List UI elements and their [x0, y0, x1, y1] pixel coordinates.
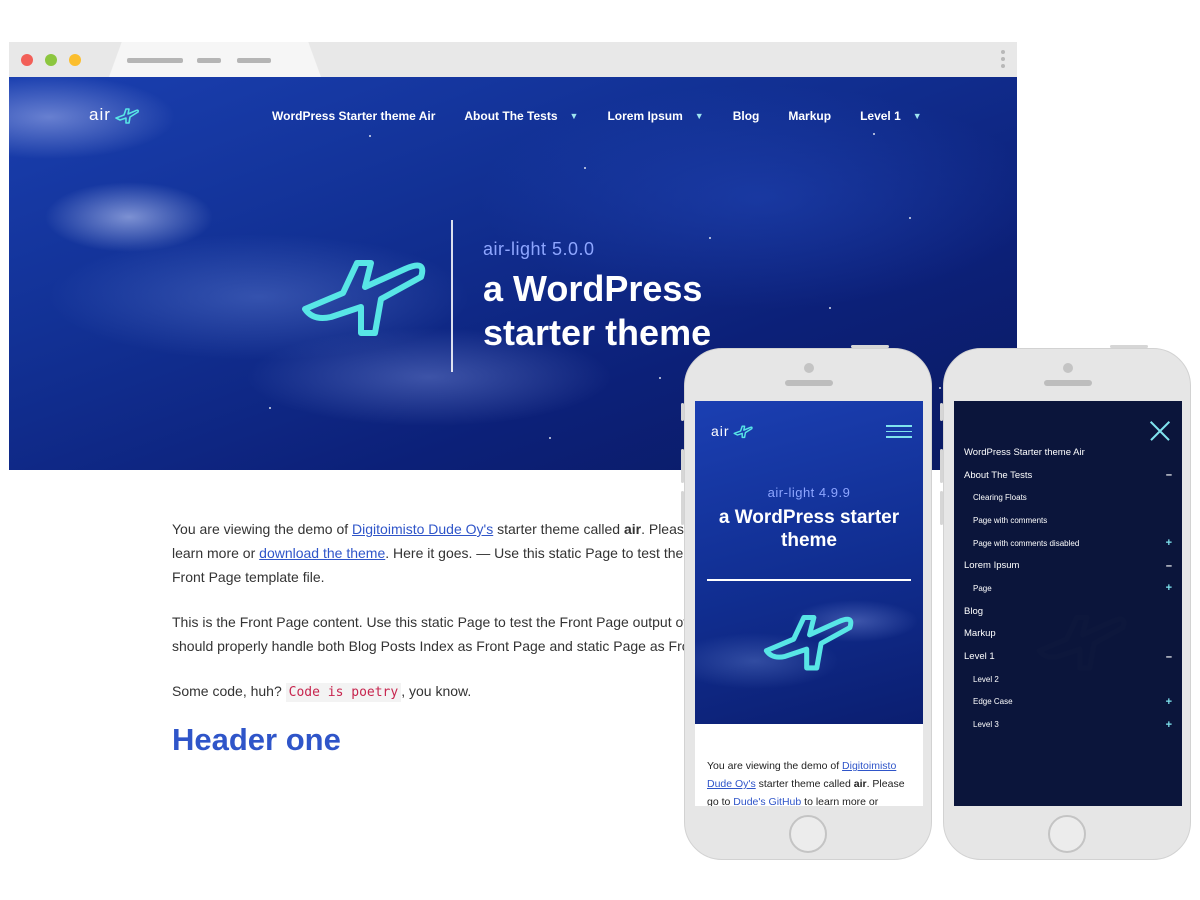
menu-item-lorem-ipsum[interactable]: Lorem Ipsum –	[964, 554, 1174, 577]
speaker	[785, 380, 833, 386]
camera-icon	[1063, 363, 1073, 373]
expand-icon[interactable]: +	[1166, 719, 1174, 731]
nav-label: WordPress Starter theme Air	[272, 109, 436, 123]
nav-label: Blog	[732, 109, 760, 123]
airplane-hero-icon	[302, 260, 426, 336]
close-icon[interactable]	[1150, 421, 1170, 441]
home-button[interactable]	[789, 815, 827, 853]
nav-item-about-the-tests[interactable]: About The Tests ▼	[464, 109, 578, 123]
menu-item-level-1[interactable]: Level 1–	[964, 645, 1174, 668]
home-button[interactable]	[1048, 815, 1086, 853]
download-theme-link[interactable]: download the theme	[259, 545, 385, 561]
collapse-icon[interactable]: –	[1166, 651, 1174, 663]
nav-label: Lorem Ipsum	[607, 109, 683, 123]
nav-label: Level 1	[860, 109, 901, 123]
paragraph: You are viewing the demo of Digitoimisto…	[172, 521, 692, 585]
heading-one: Header one	[172, 722, 341, 757]
nav-item-markup[interactable]: Markup	[788, 109, 831, 123]
collapse-icon[interactable]: –	[1166, 560, 1174, 572]
browser-tab[interactable]	[109, 42, 321, 77]
chevron-down-icon[interactable]: ▼	[570, 111, 579, 121]
nav-label: Markup	[788, 109, 832, 123]
hamburger-menu-icon[interactable]	[886, 425, 912, 438]
mobile-hero-title: a WordPress starter theme	[718, 507, 900, 551]
tab-title-placeholder	[237, 58, 271, 63]
camera-icon	[804, 363, 814, 373]
hero-divider	[451, 220, 453, 372]
main-navigation: WordPress Starter theme Air About The Te…	[272, 109, 951, 123]
site-logo[interactable]: air	[89, 105, 140, 125]
speaker	[1044, 380, 1092, 386]
airplane-logo-icon	[115, 108, 139, 124]
menu-item-level-3[interactable]: Level 3 +	[964, 713, 1174, 736]
maximize-window-button[interactable]	[69, 54, 81, 66]
menu-item-edge-case[interactable]: Edge Case +	[964, 691, 1174, 714]
menu-item-page[interactable]: Page +	[964, 577, 1174, 600]
phone-mockup-home: air air-light 4.9.9 a WordPress starter …	[681, 345, 932, 860]
paragraph: This is the Front Page content. Use this…	[172, 614, 690, 654]
paragraph: Some code, huh? Code is poetry, you know…	[172, 683, 472, 702]
hero-title: a WordPress starter theme	[483, 268, 712, 353]
close-window-button[interactable]	[21, 54, 33, 66]
page-content: You are viewing the demo of Digitoimisto…	[172, 517, 732, 726]
menu-item-about-the-tests[interactable]: About The Tests –	[964, 464, 1174, 487]
expand-icon[interactable]: +	[1166, 537, 1174, 549]
logo-text: air	[711, 423, 730, 439]
expand-icon[interactable]: +	[1166, 696, 1174, 708]
tab-title-placeholder	[197, 58, 221, 63]
logo-text: air	[89, 105, 111, 124]
browser-toolbar	[9, 42, 1017, 77]
menu-item-wordpress-starter-theme-air[interactable]: WordPress Starter theme Air	[964, 441, 1174, 464]
hero-version: air-light 5.0.0	[483, 239, 595, 259]
airplane-hero-icon	[763, 615, 854, 671]
mobile-hero-divider	[707, 579, 911, 581]
inline-code: Code is poetry	[285, 683, 402, 702]
mobile-menu: WordPress Starter theme Air About The Te…	[964, 441, 1174, 736]
mobile-site-logo[interactable]: air	[711, 423, 754, 439]
collapse-icon[interactable]: –	[1166, 469, 1174, 481]
mobile-intro-text: You are viewing the demo of Digitoimisto…	[707, 760, 905, 806]
expand-icon[interactable]: +	[1166, 582, 1174, 594]
minimize-window-button[interactable]	[45, 54, 57, 66]
dude-link[interactable]: Digitoimisto Dude Oy's	[352, 521, 493, 537]
chevron-down-icon[interactable]: ▼	[695, 111, 704, 121]
mobile-hero-version: air-light 4.9.9	[767, 485, 851, 500]
browser-menu-icon[interactable]	[1001, 50, 1005, 68]
nav-item-lorem-ipsum[interactable]: Lorem Ipsum ▼	[607, 109, 703, 123]
menu-item-page-with-comments-disabled[interactable]: Page with comments disabled +	[964, 532, 1174, 555]
menu-item-level-2[interactable]: Level 2	[964, 668, 1174, 691]
nav-label: About The Tests	[464, 109, 558, 123]
tab-title-placeholder	[127, 58, 183, 63]
airplane-logo-icon	[733, 425, 753, 439]
phone-screen: WordPress Starter theme Air About The Te…	[954, 401, 1182, 806]
menu-item-markup[interactable]: Markup	[964, 623, 1174, 646]
menu-item-page-with-comments[interactable]: Page with comments	[964, 509, 1174, 532]
chevron-down-icon[interactable]: ▼	[913, 111, 922, 121]
phone-screen: air air-light 4.9.9 a WordPress starter …	[695, 401, 923, 806]
nav-item-blog[interactable]: Blog	[733, 109, 760, 123]
phone-mockup-menu: WordPress Starter theme Air About The Te…	[940, 345, 1191, 860]
github-link[interactable]: Dude's GitHub	[733, 796, 801, 806]
nav-item-wordpress-starter-theme-air[interactable]: WordPress Starter theme Air	[272, 109, 435, 123]
menu-item-clearing-floats[interactable]: Clearing Floats	[964, 486, 1174, 509]
menu-item-blog[interactable]: Blog	[964, 600, 1174, 623]
nav-item-level-1[interactable]: Level 1 ▼	[860, 109, 922, 123]
mobile-hero: air air-light 4.9.9 a WordPress starter …	[695, 401, 923, 724]
